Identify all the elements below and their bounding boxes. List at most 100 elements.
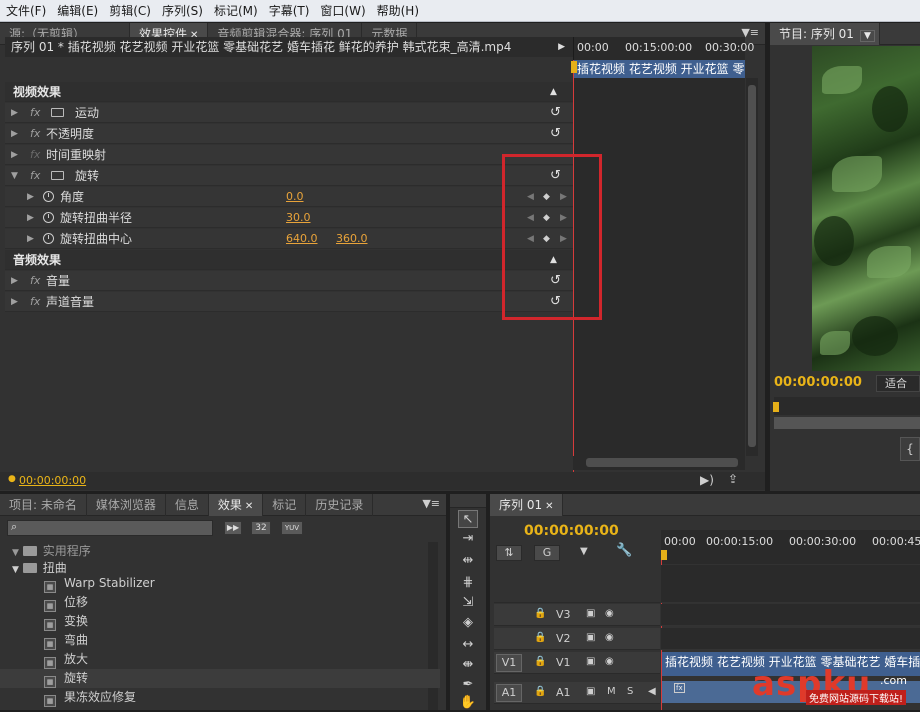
source-patch-v1[interactable]: V1 <box>496 654 522 672</box>
fx-icon[interactable]: fx <box>30 145 40 165</box>
expand-triangle-icon[interactable]: ▶ <box>11 103 18 123</box>
param-value-y[interactable]: 360.0 <box>336 229 368 249</box>
expand-triangle-icon[interactable]: ▶ <box>27 229 34 249</box>
stopwatch-icon[interactable] <box>43 212 54 223</box>
sequence-ruler[interactable]: 00:00 00:00:15:00 00:00:30:00 00:00:45:0… <box>661 530 920 564</box>
lock-icon[interactable]: 🔒 <box>534 686 546 697</box>
tab-effects[interactable]: 效果 ✕ <box>208 493 264 516</box>
tab-media-browser[interactable]: 媒体浏览器 <box>87 493 166 516</box>
reset-icon[interactable]: ↺ <box>550 124 561 144</box>
add-marker-icon[interactable]: ▼ <box>580 546 588 557</box>
menu-sequence[interactable]: 序列(S) <box>162 2 203 19</box>
eye-icon[interactable]: ◉ <box>605 632 614 643</box>
effects-search-input[interactable]: ⌕ <box>7 520 213 536</box>
collapse-triangle-icon[interactable]: ▼ <box>11 166 18 186</box>
yuv-filter-button[interactable]: YUV <box>281 521 303 535</box>
close-icon[interactable]: ✕ <box>545 501 553 512</box>
tree-folder[interactable]: ▼ 实用程序 <box>0 542 440 559</box>
expand-triangle-icon[interactable]: ▶ <box>11 292 18 312</box>
tree-effect-twirl[interactable]: ▦ 旋转 <box>0 669 440 688</box>
tab-history[interactable]: 历史记录 <box>306 493 374 516</box>
tree-folder-distort[interactable]: ▼ 扭曲 <box>0 559 440 576</box>
timeline-lane-empty[interactable] <box>661 565 920 603</box>
collapse-triangle-icon[interactable]: ▼ <box>12 565 19 575</box>
dropdown-icon[interactable]: ▼ <box>859 29 875 42</box>
effect-row-channel-volume[interactable]: ▶ fx 声道音量 ↺ <box>5 292 573 312</box>
effect-row-opacity[interactable]: ▶ fx 不透明度 ↺ <box>5 124 573 144</box>
mask-icon[interactable] <box>51 171 64 180</box>
slide-tool-icon[interactable]: ⇼ <box>458 656 478 674</box>
tree-effect[interactable]: ▦ 弯曲 <box>0 631 440 650</box>
toggle-sync-icon[interactable]: ▣ <box>586 608 595 619</box>
panel-menu-icon[interactable]: ▼≡ <box>422 497 440 510</box>
sequence-clip-selector[interactable]: 序列 01 * 插花视频 花艺视频 开业花篮 零基础花艺 婚车插花 鲜花的养护 … <box>5 37 573 57</box>
param-row-twirl-center[interactable]: ▶ 旋转扭曲中心 640.0 360.0 ◀ ◆ ▶ <box>5 229 573 249</box>
accelerated-effects-icon[interactable]: ▶▶ <box>224 521 242 535</box>
rate-stretch-tool-icon[interactable]: ⇲ <box>458 594 478 612</box>
expand-triangle-icon[interactable]: ▶ <box>11 271 18 291</box>
tab-info[interactable]: 信息 <box>166 493 209 516</box>
param-value-x[interactable]: 640.0 <box>286 229 318 249</box>
fx-icon[interactable]: fx <box>30 103 40 123</box>
rolling-edit-tool-icon[interactable]: ⋕ <box>458 574 478 592</box>
stopwatch-icon[interactable] <box>43 191 54 202</box>
param-row-angle[interactable]: ▶ 角度 0.0 ◀ ◆ ▶ <box>5 187 573 207</box>
program-playhead[interactable] <box>773 402 779 412</box>
export-icon[interactable]: ⇪ <box>728 472 738 486</box>
ec-horizontal-scroll-thumb[interactable] <box>586 458 738 467</box>
slip-tool-icon[interactable]: ↔ <box>458 636 478 654</box>
program-video-frame[interactable] <box>812 46 920 371</box>
expand-triangle-icon[interactable]: ▶ <box>27 187 34 207</box>
source-patch-a1[interactable]: A1 <box>496 684 522 702</box>
linked-selection-icon[interactable]: G <box>534 545 560 561</box>
ec-timecode[interactable]: 00:00:00:00 <box>19 474 86 487</box>
motion-transform-icon[interactable] <box>51 108 64 117</box>
fx-icon[interactable]: fx <box>30 292 40 312</box>
expand-triangle-icon[interactable]: ▶ <box>27 208 34 228</box>
tree-effect[interactable]: ▦ Warp Stabilizer <box>0 576 440 593</box>
tree-effect[interactable]: ▦ 放大 <box>0 650 440 669</box>
hand-tool-icon[interactable]: ✋ <box>458 694 478 712</box>
close-icon[interactable]: ✕ <box>245 501 253 512</box>
program-timecode[interactable]: 00:00:00:00 <box>774 375 862 390</box>
timeline-lane-v2[interactable] <box>661 628 920 650</box>
stopwatch-icon[interactable] <box>43 233 54 244</box>
track-name[interactable]: V1 <box>556 656 571 669</box>
track-select-tool-icon[interactable]: ⇥ <box>458 530 478 548</box>
menu-file[interactable]: 文件(F) <box>6 2 46 19</box>
solo-button[interactable]: S <box>627 686 633 697</box>
effect-row-motion[interactable]: ▶ fx 运动 ↺ <box>5 103 573 123</box>
settings-wrench-icon[interactable]: 🔧 <box>616 543 632 558</box>
ec-playhead-marker[interactable] <box>571 61 577 73</box>
effect-row-volume[interactable]: ▶ fx 音量 ↺ <box>5 271 573 291</box>
param-value[interactable]: 0.0 <box>286 187 304 207</box>
track-name[interactable]: V3 <box>556 608 571 621</box>
eye-icon[interactable]: ◉ <box>605 656 614 667</box>
effect-row-twirl[interactable]: ▼ fx 旋转 ↺ <box>5 166 573 186</box>
snap-icon[interactable]: ⇅ <box>496 545 522 561</box>
tab-project[interactable]: 项目: 未命名 <box>0 493 87 516</box>
param-row-twirl-radius[interactable]: ▶ 旋转扭曲半径 30.0 ◀ ◆ ▶ <box>5 208 573 228</box>
sequence-timecode[interactable]: 00:00:00:00 <box>524 523 619 539</box>
lock-icon[interactable]: 🔒 <box>534 608 546 619</box>
pen-tool-icon[interactable]: ✒ <box>458 676 478 694</box>
expand-triangle-icon[interactable]: ▶ <box>11 145 18 165</box>
track-name[interactable]: A1 <box>556 686 571 699</box>
tree-effect[interactable]: ▦ 变换 <box>0 612 440 631</box>
fx-icon[interactable]: fx <box>30 166 40 186</box>
fx-icon[interactable]: fx <box>30 271 40 291</box>
track-expand-icon[interactable]: ◀ <box>648 686 656 697</box>
tree-effect[interactable]: ▦ 果冻效应修复 <box>0 688 440 707</box>
menu-help[interactable]: 帮助(H) <box>377 2 419 19</box>
expand-triangle-icon[interactable]: ▶ <box>11 124 18 144</box>
play-audio-icon[interactable]: ▶) <box>700 473 714 487</box>
tab-program[interactable]: 节目: 序列 01 ▼ <box>770 22 880 45</box>
play-arrow-icon[interactable]: ▶ <box>558 37 565 57</box>
toggle-sync-icon[interactable]: ▣ <box>586 656 595 667</box>
effect-row-time-remap[interactable]: ▶ fx 时间重映射 <box>5 145 573 165</box>
ripple-edit-tool-icon[interactable]: ⇹ <box>458 552 478 570</box>
tab-markers[interactable]: 标记 <box>263 493 307 516</box>
menu-window[interactable]: 窗口(W) <box>320 2 365 19</box>
lock-icon[interactable]: 🔒 <box>534 632 546 643</box>
zoom-fit-select[interactable]: 适合 <box>876 375 920 392</box>
